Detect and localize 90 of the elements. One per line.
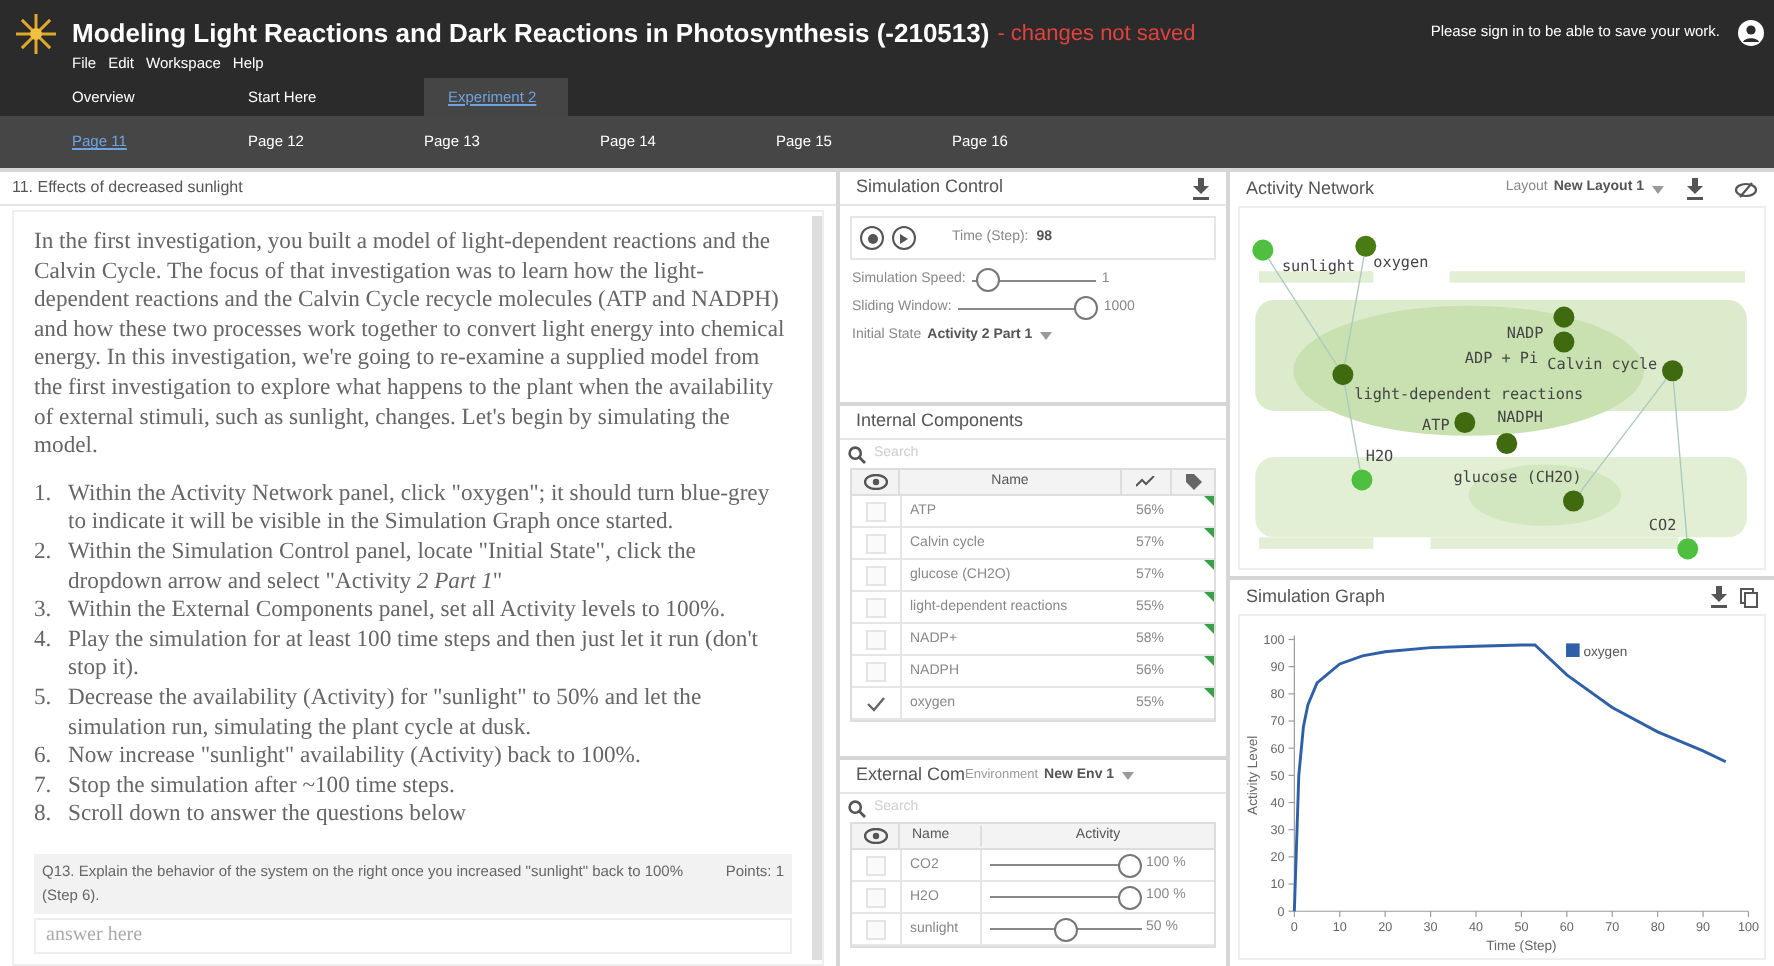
eye-icon <box>863 474 887 490</box>
flag-icon <box>1204 656 1214 666</box>
panel-title: Internal Components <box>856 408 1024 435</box>
flag-icon <box>1204 560 1214 570</box>
flag-icon <box>1204 528 1214 538</box>
node-label: oxygen <box>1373 253 1429 272</box>
step-number: 8. <box>34 800 54 830</box>
network-node[interactable] <box>1562 490 1584 512</box>
slider-thumb[interactable] <box>1073 296 1098 320</box>
step-text: Scroll down to answer the questions below <box>68 800 466 830</box>
step-text: Within the Simulation Control panel, locate "Initial State", click the dropdown arrow and select "Activity 2 Part 1" <box>68 537 698 597</box>
caret-icon <box>1122 772 1135 780</box>
step-number: 7. <box>34 771 54 801</box>
node-label: sunlight <box>1281 257 1356 276</box>
network-node[interactable] <box>1662 360 1683 382</box>
network-node[interactable] <box>1252 239 1274 261</box>
node-label: CO2 <box>1648 515 1677 534</box>
play-button[interactable] <box>892 226 916 250</box>
step-number: 5. <box>34 683 54 714</box>
search-icon <box>848 445 866 463</box>
play-icon <box>900 233 908 243</box>
eye-icon <box>863 828 887 844</box>
trend-icon <box>1136 476 1156 488</box>
slider-thumb[interactable] <box>1118 885 1142 909</box>
step-text: Within the Activity Network panel, click "oxygen"; it should turn blue-grey to indicate it will be visible in the Simulation Graph once started. <box>68 479 772 538</box>
visibility-checkbox[interactable] <box>864 499 888 523</box>
download-icon[interactable] <box>1686 178 1704 200</box>
node-label: Calvin cycle <box>1547 354 1658 373</box>
step-text: Decrease the availability (Activity) for "sunlight" to 50% and let the simulation run, simulating the plant cycle at dusk. <box>68 683 704 743</box>
node-label: NADP <box>1506 324 1544 343</box>
step-text: Play the simulation for at least 100 time steps and then just let it run (don't stop it). <box>68 625 761 684</box>
tag-icon <box>1185 474 1201 490</box>
network-node[interactable] <box>1496 433 1518 455</box>
node-label: NADPH <box>1497 408 1544 427</box>
step-text: Within the External Components panel, set all Activity levels to 100%. <box>68 596 726 626</box>
step-number: 1. <box>34 479 54 510</box>
step-text: Stop the simulation after ~100 time steps. <box>68 771 455 801</box>
copy-icon[interactable] <box>1740 587 1758 607</box>
slider-thumb[interactable] <box>1054 917 1078 941</box>
connection-line <box>1579 378 1667 494</box>
step-number: 3. <box>34 596 54 626</box>
network-node[interactable] <box>1454 411 1476 433</box>
network-node[interactable] <box>1677 538 1699 560</box>
search-icon <box>848 799 866 817</box>
visibility-checkbox[interactable] <box>864 563 888 587</box>
flag-icon <box>1204 624 1214 634</box>
caret-icon <box>1652 185 1664 193</box>
scrollbar[interactable] <box>812 216 822 960</box>
node-label: H2O <box>1365 446 1394 465</box>
intro-paragraph: In the first investigation, you built a model of light-dependent reactions and the Calvin Cycle. The focus of that investigation was to learn how the light-dependent reactions and the Calvin Cycle recycle molecules (ATP and NADPH) and how these two processes work together to convert light energy into chemical energy. In this investigation, we're going to re-examine a supplied model from the first investigation to explore what happens to the plant when the availability of external stimuli, such as sunlight, changes. Let's begin by simulating the model. <box>34 228 787 462</box>
network-node[interactable] <box>1553 306 1575 328</box>
visibility-checkbox[interactable] <box>864 595 888 619</box>
step-number: 4. <box>34 625 54 656</box>
network-node[interactable] <box>1332 364 1354 386</box>
flag-icon <box>1204 688 1214 698</box>
slider-thumb[interactable] <box>976 268 1001 292</box>
node-label: ATP <box>1422 416 1450 435</box>
slider-thumb[interactable] <box>1118 853 1142 877</box>
network-node[interactable] <box>1355 235 1377 257</box>
network-node[interactable] <box>1351 469 1373 491</box>
visibility-checkbox[interactable] <box>864 917 888 941</box>
starburst-logo-icon <box>14 12 58 56</box>
visibility-checkbox[interactable] <box>864 627 888 651</box>
caret-icon <box>1040 332 1053 341</box>
legend-swatch <box>1566 643 1580 657</box>
step-text: Now increase "sunlight" availability (Activity) back to 100%. <box>68 742 641 772</box>
panel-title: Simulation Graph <box>1246 583 1386 610</box>
download-icon[interactable] <box>1710 586 1728 608</box>
step-number: 2. <box>34 537 54 568</box>
download-icon[interactable] <box>1192 177 1210 199</box>
flag-icon <box>1204 592 1214 602</box>
app-title: Modeling Light Reactions and Dark Reactions in Photosynthesis (-210513) <box>72 15 990 52</box>
panel-title: Simulation Control <box>856 174 1004 201</box>
node-label: glucose (CH2O) <box>1453 467 1582 486</box>
step-number: 6. <box>34 742 54 772</box>
user-icon[interactable] <box>1738 19 1764 45</box>
hidden-eye-icon[interactable] <box>1734 181 1758 197</box>
node-label: light-dependent reactions <box>1354 385 1584 404</box>
visibility-checkbox[interactable] <box>864 885 888 909</box>
node-label: ADP + Pi <box>1464 349 1539 368</box>
network-node[interactable] <box>1553 331 1575 353</box>
visibility-checkbox[interactable] <box>864 853 888 877</box>
save-status: - changes not saved <box>997 19 1196 49</box>
panel-title: External Com <box>856 762 966 789</box>
visibility-checkbox[interactable] <box>864 659 888 683</box>
activity-title: 11. Effects of decreased sunlight <box>12 176 243 200</box>
stop-button[interactable] <box>860 226 884 250</box>
visibility-checkbox[interactable] <box>864 531 888 555</box>
answer-field[interactable]: answer here <box>34 917 792 954</box>
panel-title: Activity Network <box>1246 175 1375 202</box>
